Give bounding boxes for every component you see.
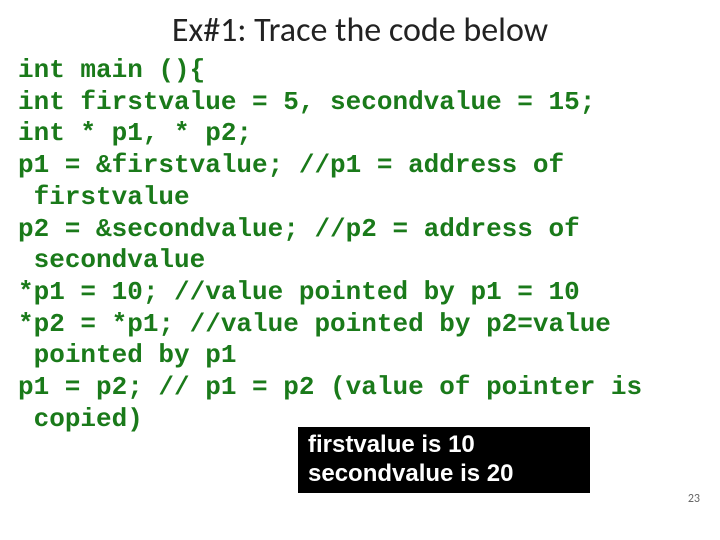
- code-block: int main (){ int firstvalue = 5, secondv…: [0, 55, 720, 436]
- slide-title: Ex#1: Trace the code below: [0, 0, 720, 55]
- page-number: 23: [688, 492, 700, 506]
- overlay-line-2: secondvalue is 20: [308, 460, 580, 489]
- overlay-line-1: firstvalue is 10: [308, 431, 580, 460]
- slide: Ex#1: Trace the code below int main (){ …: [0, 0, 720, 540]
- output-overlay: firstvalue is 10 secondvalue is 20: [298, 427, 590, 493]
